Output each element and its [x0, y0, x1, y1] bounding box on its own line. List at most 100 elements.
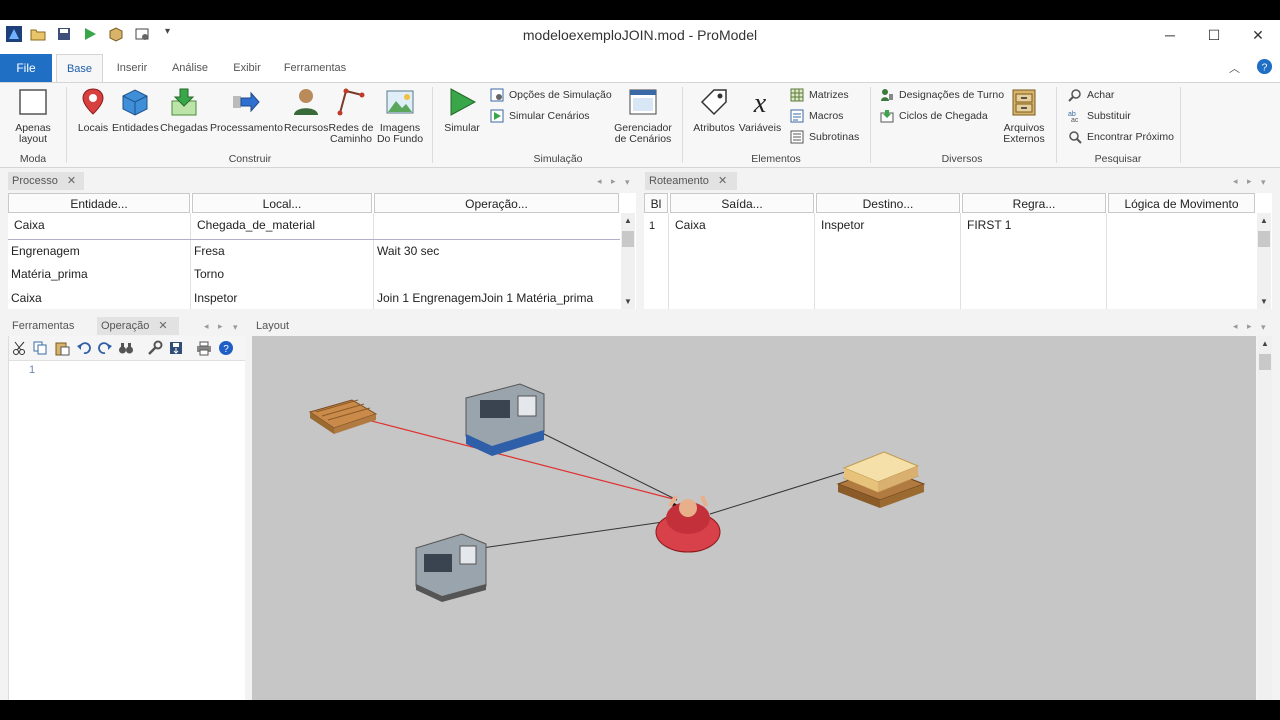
close-operacao-icon[interactable]: ✕: [158, 320, 167, 332]
tab-layout[interactable]: Layout: [252, 317, 293, 335]
cell-entidade[interactable]: Caixa: [11, 291, 42, 305]
machine-fresa-location[interactable]: [465, 383, 545, 456]
tools-nav-left-icon[interactable]: ◂: [204, 321, 209, 332]
tab-exibir[interactable]: Exibir: [228, 54, 266, 82]
scroll-up-icon[interactable]: ▲: [624, 216, 632, 225]
find-binoculars-icon[interactable]: [118, 340, 134, 356]
tab-operacao[interactable]: Operação ✕: [97, 317, 179, 335]
header-regra[interactable]: Regra...: [962, 193, 1106, 213]
scroll-up-icon[interactable]: ▲: [1260, 216, 1268, 225]
layout-menu-icon[interactable]: ▾: [1261, 322, 1266, 333]
cell-local[interactable]: Fresa: [194, 244, 225, 258]
cell-entidade[interactable]: Matéria_prima: [11, 267, 88, 281]
layout-scrollbar[interactable]: ▲: [1258, 336, 1272, 700]
scroll-down-icon[interactable]: ▼: [624, 297, 632, 306]
ciclos-chegada-button[interactable]: Ciclos de Chegada: [880, 108, 988, 124]
gerenciador-cenarios-button[interactable]: Gerenciador de Cenários: [612, 87, 674, 145]
help-icon[interactable]: ?: [1256, 58, 1273, 75]
recursos-button[interactable]: Recursos: [284, 87, 328, 134]
tab-roteamento[interactable]: Roteamento ✕: [645, 172, 737, 190]
macros-button[interactable]: Macros: [790, 108, 843, 124]
collapse-ribbon-icon[interactable]: ︿: [1229, 60, 1240, 76]
cut-icon[interactable]: [12, 340, 28, 356]
layout-nav-right-icon[interactable]: ▸: [1247, 321, 1252, 332]
maximize-button[interactable]: ☐: [1192, 20, 1236, 50]
insert-icon[interactable]: [168, 340, 184, 356]
copy-icon[interactable]: [32, 340, 48, 356]
boxes-exit-location[interactable]: [836, 451, 926, 508]
roteamento-scrollbar[interactable]: ▲ ▼: [1257, 213, 1271, 309]
layout-nav-left-icon[interactable]: ◂: [1233, 321, 1238, 332]
tab-ferramentas[interactable]: Ferramentas: [282, 54, 348, 82]
subrotinas-button[interactable]: Subrotinas: [790, 129, 859, 145]
tab-ferramentas-panel[interactable]: Ferramentas: [8, 317, 78, 335]
layout-only-button[interactable]: Apenas layout: [10, 87, 56, 145]
designacoes-turno-button[interactable]: Designações de Turno: [880, 87, 1004, 103]
build-tool-icon[interactable]: [147, 340, 163, 356]
inspector-resource[interactable]: [655, 494, 721, 553]
help-circle-icon[interactable]: ?: [218, 340, 234, 356]
tools-nav-right-icon[interactable]: ▸: [218, 321, 223, 332]
pallet-arrival-location[interactable]: [308, 399, 378, 434]
close-roteamento-icon[interactable]: ✕: [718, 175, 727, 187]
redo-icon[interactable]: [97, 340, 113, 356]
header-local[interactable]: Local...: [192, 193, 372, 213]
cell-local[interactable]: Torno: [194, 267, 224, 281]
simular-button[interactable]: Simular: [440, 87, 484, 134]
tab-inserir[interactable]: Inserir: [112, 54, 152, 82]
matrizes-button[interactable]: Matrizes: [790, 87, 849, 103]
simular-cenarios-button[interactable]: Simular Cenários: [490, 108, 590, 124]
processo-menu-icon[interactable]: ▾: [625, 177, 630, 188]
cell-regra[interactable]: FIRST 1: [967, 218, 1011, 232]
scroll-thumb[interactable]: [1258, 231, 1270, 247]
atributos-button[interactable]: Atributos: [690, 87, 738, 134]
close-processo-icon[interactable]: ✕: [67, 175, 76, 187]
roteamento-nav-left-icon[interactable]: ◂: [1233, 176, 1238, 187]
imagens-fundo-button[interactable]: Imagens Do Fundo: [376, 87, 424, 145]
paste-icon[interactable]: [54, 340, 70, 356]
redes-caminho-button[interactable]: Redes de Caminho: [328, 87, 374, 145]
cell-destino[interactable]: Inspetor: [821, 218, 864, 232]
tab-processo[interactable]: Processo ✕: [8, 172, 84, 190]
header-entidade[interactable]: Entidade...: [8, 193, 190, 213]
processo-scrollbar[interactable]: ▲ ▼: [621, 213, 635, 309]
scroll-thumb[interactable]: [622, 231, 634, 247]
cell-local[interactable]: Chegada_de_material: [197, 218, 315, 232]
scroll-down-icon[interactable]: ▼: [1260, 297, 1268, 306]
roteamento-menu-icon[interactable]: ▾: [1261, 177, 1266, 188]
tab-analise[interactable]: Análise: [168, 54, 212, 82]
cell-bl[interactable]: 1: [649, 220, 655, 232]
chegadas-button[interactable]: Chegadas: [160, 87, 208, 134]
locais-button[interactable]: Locais: [74, 87, 112, 134]
cell-operacao[interactable]: Wait 30 sec: [377, 244, 439, 258]
operation-editor[interactable]: ? 1: [8, 336, 245, 700]
header-destino[interactable]: Destino...: [816, 193, 960, 213]
opcoes-simulacao-button[interactable]: Opções de Simulação: [490, 87, 612, 103]
close-button[interactable]: ✕: [1236, 20, 1280, 50]
arquivos-externos-button[interactable]: Arquivos Externos: [1000, 87, 1048, 145]
header-logica-movimento[interactable]: Lógica de Movimento: [1108, 193, 1255, 213]
scroll-thumb[interactable]: [1259, 354, 1271, 370]
processamento-button[interactable]: Processamento: [210, 87, 283, 134]
tools-menu-icon[interactable]: ▾: [233, 322, 238, 333]
cell-entidade[interactable]: Engrenagem: [11, 244, 80, 258]
minimize-button[interactable]: ─: [1148, 20, 1192, 50]
header-saida[interactable]: Saída...: [670, 193, 814, 213]
processo-nav-left-icon[interactable]: ◂: [597, 176, 602, 187]
roteamento-nav-right-icon[interactable]: ▸: [1247, 176, 1252, 187]
scroll-up-icon[interactable]: ▲: [1261, 339, 1269, 348]
layout-canvas[interactable]: [252, 336, 1256, 700]
cell-local[interactable]: Inspetor: [194, 291, 237, 305]
machine-torno-location[interactable]: [415, 533, 487, 602]
cell-saida[interactable]: Caixa: [675, 218, 706, 232]
variaveis-button[interactable]: x Variáveis: [738, 87, 782, 134]
print-icon[interactable]: [196, 340, 212, 356]
undo-icon[interactable]: [76, 340, 92, 356]
substituir-button[interactable]: ab ac Substituir: [1068, 108, 1131, 124]
tab-file[interactable]: File: [0, 54, 52, 82]
processo-nav-right-icon[interactable]: ▸: [611, 176, 616, 187]
encontrar-proximo-button[interactable]: Encontrar Próximo: [1068, 129, 1174, 145]
path-segment[interactable]: [481, 519, 678, 549]
achar-button[interactable]: Achar: [1068, 87, 1114, 103]
cell-operacao[interactable]: Join 1 EngrenagemJoin 1 Matéria_prima: [377, 291, 593, 305]
